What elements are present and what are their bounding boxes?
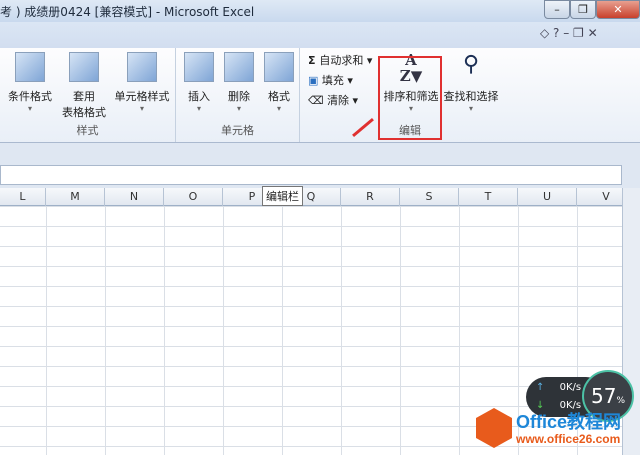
cells-group: 插入 ▾ 删除 ▾ 格式 ▾ 单元格 <box>176 48 300 142</box>
format-as-table-button[interactable]: 套用 表格格式 <box>56 52 112 120</box>
conditional-format-icon <box>15 52 45 82</box>
styles-group: 条件格式 ▾ 套用 表格格式 单元格样式 ▾ 样式 <box>0 48 176 142</box>
column-header-O[interactable]: O <box>164 188 223 206</box>
column-header-L[interactable]: L <box>0 188 46 206</box>
styles-group-label: 样式 <box>76 124 99 137</box>
clear-button[interactable]: ⌫ 清除 ▾ <box>308 92 358 108</box>
highlight-box <box>378 56 442 140</box>
editing-group: Σ 自动求和 ▾ ▣ 填充 ▾ ⌫ 清除 ▾ A Z▼ 排序和筛选 ▾ ⚲ 查找和选择 ▾… <box>300 48 500 142</box>
cell-styles-icon <box>127 52 157 82</box>
column-header-U[interactable]: U <box>518 188 577 206</box>
watermark-logo: Office教程网 www.office26.com <box>476 408 636 455</box>
fill-icon: ▣ <box>308 74 322 87</box>
insert-icon <box>184 52 214 82</box>
find-select-button[interactable]: ⚲ 查找和选择 ▾ <box>442 52 500 113</box>
autosum-button[interactable]: Σ 自动求和 ▾ <box>308 52 372 68</box>
red-arrow-icon <box>352 117 374 138</box>
formula-bar-tooltip: 编辑栏 <box>262 186 303 206</box>
office-logo-icon <box>476 408 512 448</box>
format-button[interactable]: 格式 ▾ <box>260 52 298 113</box>
sigma-icon: Σ <box>308 54 320 67</box>
column-header-R[interactable]: R <box>341 188 400 206</box>
conditional-format-button[interactable]: 条件格式 ▾ <box>4 52 56 113</box>
column-header-N[interactable]: N <box>105 188 164 206</box>
binoculars-icon: ⚲ <box>462 52 480 77</box>
fill-button[interactable]: ▣ 填充 ▾ <box>308 72 353 88</box>
table-format-icon <box>69 52 99 82</box>
column-header-S[interactable]: S <box>400 188 459 206</box>
ribbon: 条件格式 ▾ 套用 表格格式 单元格样式 ▾ 样式 插入 ▾ 删除 ▾ 格式 ▾ 单元格 … <box>0 48 640 143</box>
close-button[interactable]: ✕ <box>596 0 640 19</box>
restore-button[interactable]: ❐ <box>570 0 596 19</box>
delete-button[interactable]: 删除 ▾ <box>220 52 258 113</box>
column-header-M[interactable]: M <box>46 188 105 206</box>
cells-group-label: 单元格 <box>221 124 254 137</box>
title-bar: 考 ) 成绩册0424 [兼容模式] - Microsoft Excel – ❐… <box>0 0 640 22</box>
ribbon-window-controls[interactable]: ◇ ? – ❐ ✕ <box>540 26 598 40</box>
delete-icon <box>224 52 254 82</box>
cell-styles-button[interactable]: 单元格样式 ▾ <box>112 52 172 113</box>
format-icon <box>264 52 294 82</box>
column-header-T[interactable]: T <box>459 188 518 206</box>
column-headers: LMNOPQRSTUV <box>0 188 636 206</box>
upload-icon: ↑ <box>536 382 545 393</box>
formula-bar[interactable] <box>0 165 622 185</box>
insert-button[interactable]: 插入 ▾ <box>180 52 218 113</box>
minimize-button[interactable]: – <box>544 0 570 19</box>
eraser-icon: ⌫ <box>308 94 328 107</box>
window-title: 考 ) 成绩册0424 [兼容模式] - Microsoft Excel <box>0 5 255 19</box>
formula-area <box>0 143 640 188</box>
